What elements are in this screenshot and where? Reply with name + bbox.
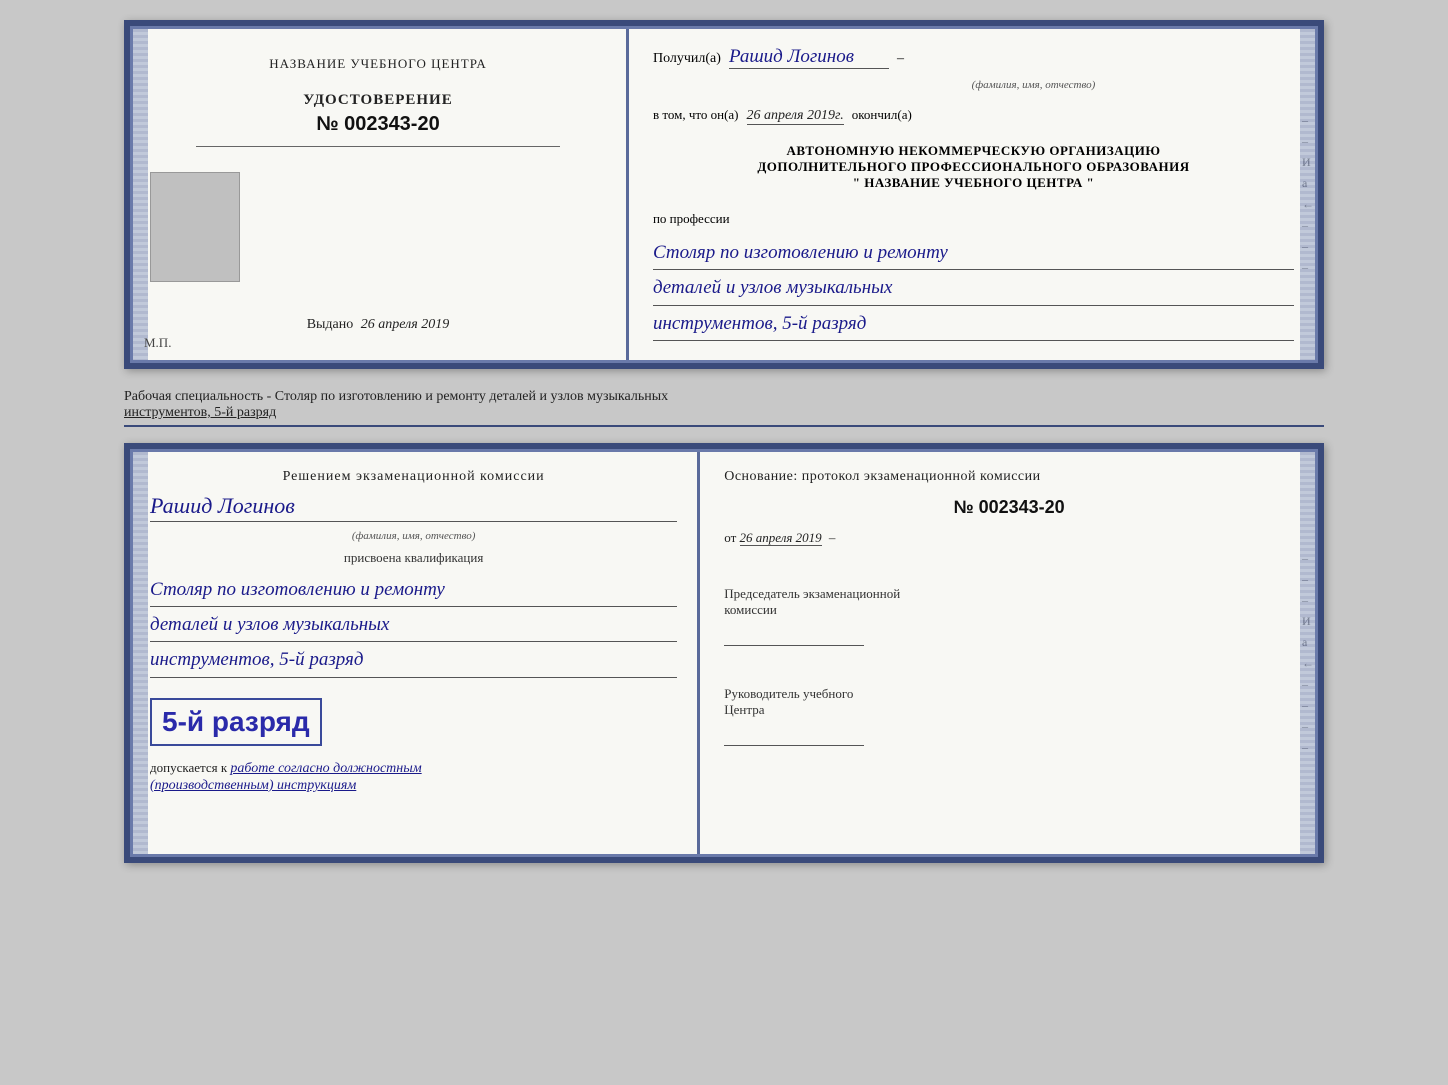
rukovodit-label: Руководитель учебного Центра	[724, 686, 1294, 718]
prisvoen-label: присвоена квалификация	[150, 550, 677, 566]
prof-line3-top: инструментов, 5-й разряд	[653, 308, 1294, 341]
razryad-text: 5-й разряд	[162, 706, 310, 737]
org-line2: ДОПОЛНИТЕЛЬНОГО ПРОФЕССИОНАЛЬНОГО ОБРАЗО…	[653, 159, 1294, 175]
bottom-cert-right: Основание: протокол экзаменационной коми…	[700, 449, 1318, 857]
org-line3: " НАЗВАНИЕ УЧЕБНОГО ЦЕНТРА "	[653, 175, 1294, 191]
bottom-cert-left: Решением экзаменационной комиссии Рашид …	[130, 449, 700, 857]
left-texture-bottom	[130, 449, 148, 857]
ot-date-value: 26 апреля 2019	[740, 530, 822, 546]
protocol-number: № 002343-20	[724, 497, 1294, 518]
profession-block-top: Столяр по изготовлению и ремонту деталей…	[653, 237, 1294, 343]
recipient-name-top: Рашид Логинов	[729, 46, 889, 69]
org-line1: АВТОНОМНУЮ НЕКОММЕРЧЕСКУЮ ОРГАНИЗАЦИЮ	[653, 143, 1294, 159]
bottom-certificate: Решением экзаменационной комиссии Рашид …	[124, 443, 1324, 863]
vydano-label: Выдано	[307, 317, 354, 332]
dopuskaetsya-work: работе согласно должностным	[230, 761, 421, 776]
prof-line1-top: Столяр по изготовлению и ремонту	[653, 237, 1294, 270]
po-prof-label: по профессии	[653, 211, 1294, 227]
udostoverenie-title: УДОСТОВЕРЕНИЕ	[303, 92, 453, 109]
vydano-date: 26 апреля 2019	[361, 317, 449, 332]
ot-date: от 26 апреля 2019 –	[724, 530, 1294, 546]
info-underline: инструментов, 5-й разряд	[124, 405, 276, 420]
dopuskaetsya-label: допускается к	[150, 760, 227, 775]
profession-block-bottom: Столяр по изготовлению и ремонту деталей…	[150, 574, 677, 680]
instruktsii-label: (производственным) инструкциям	[150, 778, 356, 793]
vtom-label: в том, что он(а)	[653, 107, 739, 123]
dopuskaetsya-text: допускается к работе согласно должностны…	[150, 760, 677, 794]
prof-line1-bottom: Столяр по изготовлению и ремонту	[150, 574, 677, 607]
decision-title: Решением экзаменационной комиссии	[150, 469, 677, 485]
vtom-date: 26 апреля 2019г.	[747, 108, 844, 125]
top-center-title: НАЗВАНИЕ УЧЕБНОГО ЦЕНТРА	[269, 56, 486, 72]
info-text: Рабочая специальность - Столяр по изгото…	[124, 385, 1324, 427]
udostoverenie-block: УДОСТОВЕРЕНИЕ № 002343-20	[303, 92, 453, 136]
top-cert-right: Получил(a) Рашид Логинов – (фамилия, имя…	[629, 26, 1318, 363]
top-cert-left: НАЗВАНИЕ УЧЕБНОГО ЦЕНТРА УДОСТОВЕРЕНИЕ №…	[130, 26, 629, 363]
document-container: НАЗВАНИЕ УЧЕБНОГО ЦЕНТРА УДОСТОВЕРЕНИЕ №…	[124, 20, 1324, 863]
vydano-line: Выдано 26 апреля 2019	[307, 317, 450, 343]
prof-line2-bottom: деталей и узлов музыкальных	[150, 609, 677, 642]
info-main: Рабочая специальность - Столяр по изгото…	[124, 389, 668, 404]
right-texture-bottom	[1300, 449, 1318, 857]
razryad-box: 5-й разряд	[150, 698, 322, 746]
osnov-label: Основание: протокол экзаменационной коми…	[724, 469, 1294, 485]
okonchil-label: окончил(а)	[852, 107, 912, 123]
predsedatel-label: Председатель экзаменационной комиссии	[724, 586, 1294, 618]
mp-label: М.П.	[144, 335, 171, 351]
ot-label: от	[724, 530, 736, 545]
prof-line3-bottom: инструментов, 5-й разряд	[150, 644, 677, 677]
recipient-name-bottom: Рашид Логинов	[150, 493, 677, 522]
predsedatel-signature-line	[724, 626, 864, 646]
fio-sublabel-bottom: (фамилия, имя, отчество)	[150, 530, 677, 542]
photo-placeholder	[150, 172, 240, 282]
top-certificate: НАЗВАНИЕ УЧЕБНОГО ЦЕНТРА УДОСТОВЕРЕНИЕ №…	[124, 20, 1324, 369]
right-texture-top	[1300, 26, 1318, 363]
poluchil-label: Получил(a)	[653, 51, 721, 67]
prof-line2-top: деталей и узлов музыкальных	[653, 272, 1294, 305]
fio-sublabel-top: (фамилия, имя, отчество)	[773, 79, 1294, 91]
udostoverenie-number: № 002343-20	[303, 113, 453, 136]
rukovodit-signature-line	[724, 726, 864, 746]
